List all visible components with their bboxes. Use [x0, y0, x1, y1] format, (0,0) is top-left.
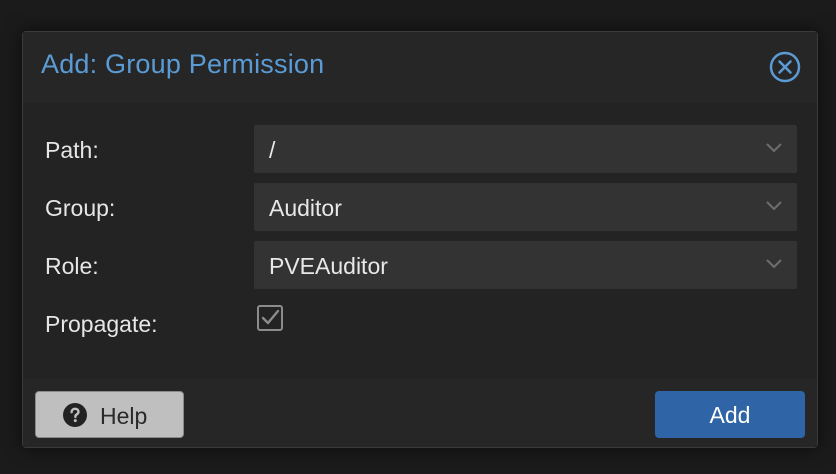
add-button-label: Add	[709, 402, 751, 428]
chevron-down-icon[interactable]	[765, 199, 783, 213]
checkbox-checked-icon	[257, 305, 283, 331]
close-button[interactable]	[769, 51, 801, 83]
add-group-permission-dialog: Add: Group Permission Path: / Group: Aud…	[22, 31, 818, 448]
add-button[interactable]: Add	[655, 391, 805, 438]
dialog-footer: Help Add	[23, 378, 817, 447]
help-button[interactable]: Help	[35, 391, 184, 438]
role-value: PVEAuditor	[269, 253, 388, 279]
help-button-label: Help	[100, 403, 148, 429]
propagate-row: Propagate:	[23, 299, 817, 347]
path-row: Path: /	[23, 125, 817, 173]
group-combobox[interactable]: Auditor	[254, 183, 797, 231]
close-icon	[769, 51, 801, 83]
propagate-label: Propagate:	[45, 311, 158, 337]
role-row: Role: PVEAuditor	[23, 241, 817, 289]
group-label: Group:	[45, 195, 116, 221]
dialog-header: Add: Group Permission	[23, 32, 817, 104]
path-label: Path:	[45, 137, 99, 163]
role-label: Role:	[45, 253, 99, 279]
question-circle-icon	[63, 403, 87, 427]
group-value: Auditor	[269, 195, 342, 221]
chevron-down-icon[interactable]	[765, 141, 783, 155]
path-combobox[interactable]: /	[254, 125, 797, 173]
chevron-down-icon[interactable]	[765, 257, 783, 271]
dialog-title: Add: Group Permission	[41, 49, 325, 79]
path-value: /	[269, 137, 276, 163]
role-combobox[interactable]: PVEAuditor	[254, 241, 797, 289]
propagate-checkbox[interactable]	[256, 304, 284, 332]
group-row: Group: Auditor	[23, 183, 817, 231]
dialog-body: Path: / Group: Auditor Role: PVEAuditor	[23, 103, 817, 379]
